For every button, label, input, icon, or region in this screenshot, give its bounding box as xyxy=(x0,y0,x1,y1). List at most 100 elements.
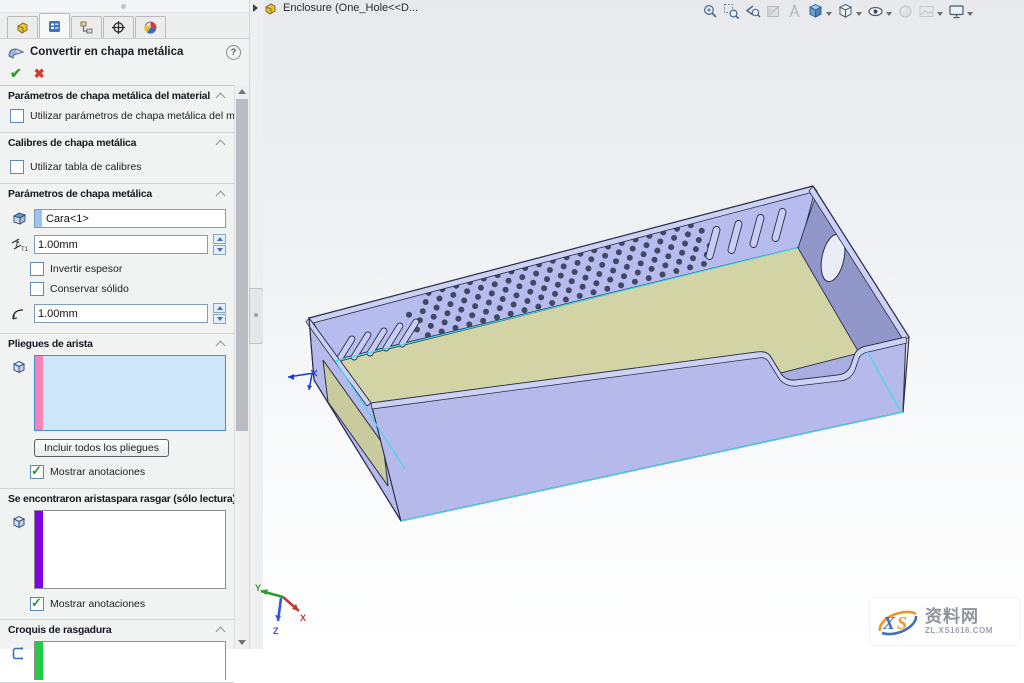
property-manager-panel: Convertir en chapa metálica ? ✔ ✖ Paráme… xyxy=(0,0,249,649)
section-header[interactable]: Se encontraron aristaspara rasgar (sólo … xyxy=(0,489,234,508)
feature-manager-tab[interactable] xyxy=(7,16,38,38)
panel-collapse-handle[interactable] xyxy=(249,288,264,344)
document-title: Enclosure (One_Hole<<D... xyxy=(283,2,418,14)
collapse-chevron-icon[interactable] xyxy=(216,627,226,637)
collapsed-toolbar-strip xyxy=(0,0,249,13)
thickness-value: 1.00mm xyxy=(38,239,78,251)
svg-text:S: S xyxy=(897,613,907,633)
bend-edges-selection-box[interactable] xyxy=(34,355,226,431)
panel-divider xyxy=(249,0,264,649)
selection-strip xyxy=(35,642,43,680)
watermark-site-url: ZL.XS1616.COM xyxy=(925,627,993,635)
dropdown-caret-icon[interactable] xyxy=(826,12,832,16)
keep-body-checkbox[interactable] xyxy=(30,282,44,296)
spin-down-button[interactable] xyxy=(213,245,226,255)
selection-sliver xyxy=(35,210,42,227)
manager-tab-bar xyxy=(0,13,249,39)
part-icon xyxy=(263,1,278,15)
checkbox-label: Utilizar parámetros de chapa metálica de… xyxy=(30,110,263,122)
dropdown-caret-icon[interactable] xyxy=(856,12,862,16)
checkbox-label: Invertir espesor xyxy=(50,263,122,275)
configuration-tree-icon xyxy=(79,20,94,35)
panel-actions: ✔ ✖ xyxy=(0,63,249,86)
radius-value: 1.00mm xyxy=(38,308,78,320)
scroll-thumb[interactable] xyxy=(236,99,248,431)
section-header[interactable]: Pliegues de arista xyxy=(0,334,234,353)
zoom-to-fit-button[interactable] xyxy=(701,2,720,20)
display-manager-tab[interactable] xyxy=(135,16,166,38)
section-header[interactable]: Calibres de chapa metálica xyxy=(0,133,234,152)
graphics-viewport[interactable]: Enclosure (One_Hole<<D... Y X Z X S 资料网 … xyxy=(263,0,1024,649)
display-manager-icon xyxy=(143,20,158,35)
dropdown-caret-icon[interactable] xyxy=(937,12,943,16)
edit-appearance-button[interactable] xyxy=(896,2,915,20)
dropdown-caret-icon[interactable] xyxy=(967,12,973,16)
configuration-manager-tab[interactable] xyxy=(71,16,102,38)
property-manager-tab[interactable] xyxy=(39,13,70,38)
triad-z-label: Z xyxy=(273,626,279,636)
hide-show-items-button[interactable] xyxy=(866,2,894,20)
section-rip-edges: Se encontraron aristaspara rasgar (sólo … xyxy=(0,489,234,620)
section-gauges: Calibres de chapa metálica Utilizar tabl… xyxy=(0,133,234,184)
apply-scene-button[interactable] xyxy=(917,2,945,20)
use-material-params-checkbox[interactable] xyxy=(10,109,24,123)
toolbar-grip-dot[interactable] xyxy=(121,4,126,9)
section-header[interactable]: Parámetros de chapa metálica del materia… xyxy=(0,86,234,105)
section-header[interactable]: Croquis de rasgadura xyxy=(0,620,234,639)
collapse-chevron-icon[interactable] xyxy=(216,93,226,103)
dropdown-caret-icon[interactable] xyxy=(886,12,892,16)
rip-sketch-icon xyxy=(10,645,28,662)
section-material-params: Parámetros de chapa metálica del materia… xyxy=(0,86,234,133)
display-style-button[interactable] xyxy=(836,2,864,20)
enclosure-3d-model xyxy=(263,0,1024,649)
watermark-logo-icon: X S xyxy=(875,603,921,641)
panel-title: Convertir en chapa metálica xyxy=(30,46,183,58)
heads-up-toolbar xyxy=(701,2,975,20)
bend-radius-icon xyxy=(10,306,28,322)
view-settings-button[interactable] xyxy=(947,2,975,20)
flyout-expand-icon[interactable] xyxy=(253,4,258,12)
flyout-feature-tree[interactable]: Enclosure (One_Hole<<D... xyxy=(253,1,418,15)
selection-strip xyxy=(35,356,43,430)
checkbox-label: Utilizar tabla de calibres xyxy=(30,161,141,173)
thickness-spinner[interactable] xyxy=(213,234,226,255)
dimxpert-manager-tab[interactable] xyxy=(103,16,134,38)
section-title: Pliegues de arista xyxy=(8,339,93,350)
section-edge-bends: Pliegues de arista Incluir todos los pli… xyxy=(0,334,234,489)
rip-sketch-box[interactable] xyxy=(34,641,226,680)
use-gauge-table-checkbox[interactable] xyxy=(10,160,24,174)
previous-view-button[interactable] xyxy=(743,2,762,20)
collect-all-bends-button[interactable]: Incluir todos los pliegues xyxy=(34,439,169,457)
invert-thickness-checkbox[interactable] xyxy=(30,262,44,276)
section-view-button[interactable] xyxy=(764,2,783,20)
section-title: Croquis de rasgadura xyxy=(8,625,111,636)
fixed-face-field[interactable]: Cara<1> xyxy=(34,209,226,228)
zoom-to-area-button[interactable] xyxy=(722,2,741,20)
section-header[interactable]: Parámetros de chapa metálica xyxy=(0,184,234,203)
collapse-chevron-icon[interactable] xyxy=(216,191,226,201)
radius-spinner[interactable] xyxy=(213,303,226,324)
ok-button[interactable]: ✔ xyxy=(10,66,22,80)
svg-text:T1: T1 xyxy=(21,247,28,253)
checkbox-label: Conservar sólido xyxy=(50,283,129,295)
collapse-chevron-icon[interactable] xyxy=(216,341,226,351)
spin-up-button[interactable] xyxy=(213,234,226,244)
panel-header: Convertir en chapa metálica ? xyxy=(0,39,249,63)
collapse-chevron-icon[interactable] xyxy=(216,140,226,150)
bend-radius-field[interactable]: 1.00mm xyxy=(34,304,208,323)
thickness-field[interactable]: 1.00mm xyxy=(34,235,208,254)
property-manager-icon xyxy=(47,19,62,34)
spin-down-button[interactable] xyxy=(213,314,226,324)
spin-up-button[interactable] xyxy=(213,303,226,313)
show-callouts-checkbox[interactable] xyxy=(30,465,44,479)
view-orientation-button[interactable] xyxy=(806,2,834,20)
show-callouts-checkbox-2[interactable] xyxy=(30,597,44,611)
help-button[interactable]: ? xyxy=(226,45,241,60)
panel-scrollbar[interactable] xyxy=(234,85,250,649)
measure-button[interactable] xyxy=(785,2,804,20)
triad-x-label: X xyxy=(300,613,306,623)
scroll-up-button[interactable] xyxy=(235,85,249,98)
cancel-button[interactable]: ✖ xyxy=(34,67,45,80)
rip-edges-list-box[interactable] xyxy=(34,510,226,589)
scroll-down-button[interactable] xyxy=(235,636,249,649)
